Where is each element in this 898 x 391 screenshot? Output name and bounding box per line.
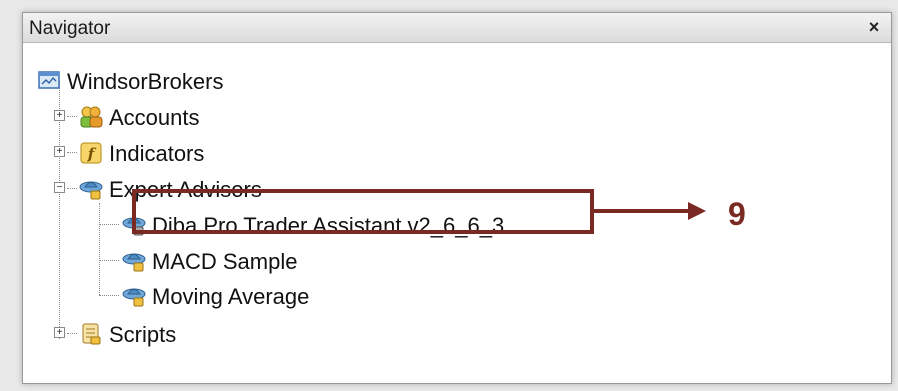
window-title: Navigator bbox=[29, 18, 111, 39]
terminal-icon bbox=[38, 71, 60, 89]
tree-item-scripts[interactable]: + Scripts bbox=[45, 318, 345, 348]
collapse-icon[interactable]: − bbox=[54, 182, 65, 193]
accounts-icon bbox=[80, 106, 103, 128]
tree-root-label: WindsorBrokers bbox=[67, 69, 224, 94]
tree-item-label: Indicators bbox=[109, 141, 205, 166]
expert-advisor-icon bbox=[79, 181, 103, 200]
tree-item-label: Moving Average bbox=[152, 284, 310, 309]
tree-connector-line bbox=[99, 224, 119, 225]
tree-item-label: Scripts bbox=[109, 322, 177, 347]
tree-connector-line bbox=[99, 203, 100, 295]
tree-root-windsorbrokers[interactable]: WindsorBrokers bbox=[37, 65, 337, 95]
indicator-icon: f bbox=[80, 142, 102, 164]
expert-advisor-icon bbox=[122, 288, 146, 307]
step-number-label: 9 bbox=[728, 196, 746, 232]
tree-item-label: MACD Sample bbox=[152, 249, 298, 274]
expert-advisor-icon bbox=[122, 253, 146, 272]
tree-item-accounts[interactable]: + Accounts bbox=[45, 101, 345, 131]
tree-connector-line bbox=[99, 260, 119, 261]
tree-item-label: Accounts bbox=[109, 105, 200, 130]
tree-connector-line bbox=[99, 295, 119, 296]
callout-arrow-line bbox=[594, 209, 690, 213]
script-icon bbox=[82, 323, 101, 345]
tree-item-indicators[interactable]: + f Indicators bbox=[45, 137, 345, 167]
expand-icon[interactable]: + bbox=[54, 146, 65, 157]
title-bar: Navigator × bbox=[23, 13, 891, 43]
close-icon[interactable]: × bbox=[863, 16, 885, 38]
tree-item-macd-sample[interactable]: MACD Sample bbox=[121, 245, 421, 275]
tree-item-moving-average[interactable]: Moving Average bbox=[121, 280, 421, 310]
highlight-box bbox=[132, 189, 594, 234]
expand-icon[interactable]: + bbox=[54, 327, 65, 338]
expand-icon[interactable]: + bbox=[54, 110, 65, 121]
arrow-right-icon bbox=[688, 202, 706, 220]
